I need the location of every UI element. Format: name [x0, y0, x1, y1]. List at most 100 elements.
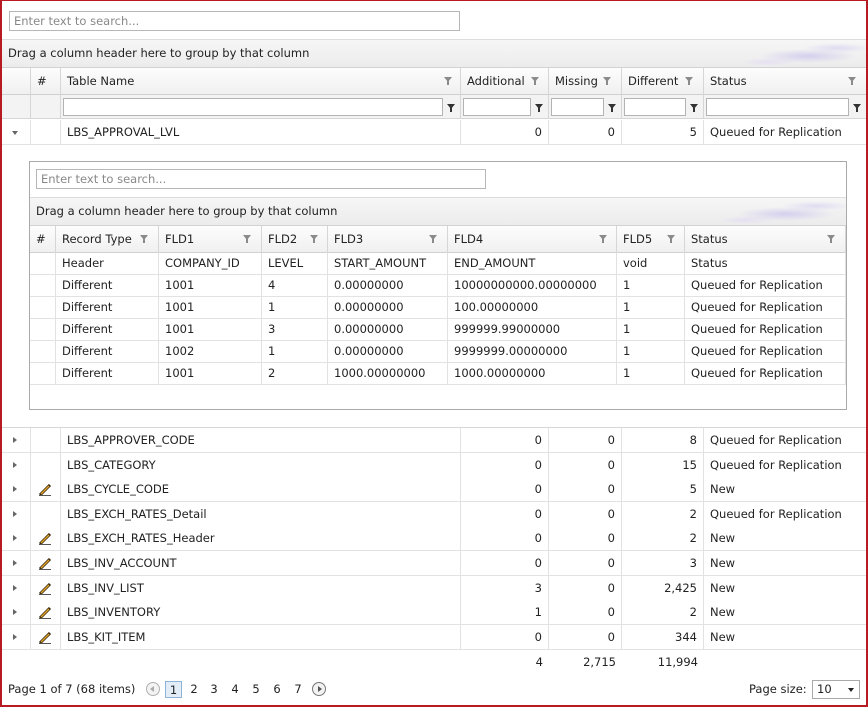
additional-cell: 0 — [461, 502, 549, 526]
decorative-swirl — [706, 198, 846, 225]
collapse-arrow-icon[interactable] — [12, 131, 18, 135]
filter-icon[interactable] — [827, 235, 835, 243]
detail-table-row[interactable]: Different 1001 2 1000.00000000 1000.00000000… — [30, 363, 846, 385]
table-row[interactable]: LBS_CYCLE_CODE 0 0 5 New — [2, 477, 866, 502]
detail-table-row[interactable]: Different 1001 4 0.00000000 10000000000.0000… — [30, 275, 846, 297]
next-page-icon[interactable] — [312, 682, 326, 696]
filter-icon[interactable] — [444, 77, 452, 85]
pencil-edit-icon[interactable] — [38, 558, 52, 570]
group-panel[interactable]: Drag a column header here to group by th… — [2, 39, 866, 68]
filter-icon[interactable] — [310, 235, 318, 243]
filter-icon[interactable] — [599, 235, 607, 243]
expand-arrow-icon[interactable] — [13, 437, 17, 443]
filter-icon[interactable] — [243, 235, 251, 243]
table-row[interactable]: LBS_APPROVER_CODE 0 0 8 Queued for Replicati… — [2, 428, 866, 453]
pencil-edit-icon[interactable] — [38, 632, 52, 644]
expand-arrow-icon[interactable] — [13, 535, 17, 541]
expand-cell[interactable] — [2, 502, 31, 526]
filter-icon[interactable] — [429, 235, 437, 243]
fld5-cell: 1 — [617, 341, 685, 362]
total-missing: 2,715 — [583, 655, 616, 669]
detail-header-status[interactable]: Status — [685, 226, 846, 253]
expand-cell[interactable] — [2, 428, 31, 452]
filter-different-input[interactable] — [624, 98, 686, 116]
filter-status-input[interactable] — [706, 98, 849, 116]
expand-arrow-icon[interactable] — [13, 634, 17, 640]
fld1-cell: 1001 — [159, 363, 262, 384]
page-2-button[interactable]: 2 — [186, 681, 202, 698]
expand-arrow-icon[interactable] — [13, 560, 17, 566]
pencil-edit-icon[interactable] — [38, 533, 52, 545]
expand-cell[interactable] — [2, 526, 31, 550]
filter-icon[interactable] — [690, 104, 698, 112]
filter-additional-input[interactable] — [463, 98, 531, 116]
filter-icon[interactable] — [608, 104, 616, 112]
detail-search-input[interactable]: Enter text to search... — [36, 169, 486, 189]
pencil-edit-icon[interactable] — [38, 607, 52, 619]
prev-page-icon[interactable] — [146, 682, 160, 696]
expand-cell[interactable] — [2, 600, 31, 624]
filter-icon[interactable] — [140, 235, 148, 243]
detail-status-cell: Queued for Replication — [685, 275, 846, 296]
filter-icon[interactable] — [535, 104, 543, 112]
filter-icon[interactable] — [603, 77, 611, 85]
filter-table-name-input[interactable] — [63, 98, 443, 116]
filter-icon[interactable] — [685, 77, 693, 85]
detail-header-fld3[interactable]: FLD3 — [328, 226, 448, 253]
pencil-edit-icon[interactable] — [38, 583, 52, 595]
expand-arrow-icon[interactable] — [13, 511, 17, 517]
expand-cell[interactable] — [2, 625, 31, 649]
filter-icon[interactable] — [848, 77, 856, 85]
header-status[interactable]: Status — [704, 68, 866, 95]
expand-cell[interactable] — [2, 453, 31, 477]
page-3-button[interactable]: 3 — [206, 681, 222, 698]
page-size-select[interactable]: 10 — [812, 680, 860, 699]
header-table-name[interactable]: Table Name — [61, 68, 461, 95]
header-missing[interactable]: Missing — [549, 68, 622, 95]
detail-table-row[interactable]: Different 1002 1 0.00000000 9999999.00000000… — [30, 341, 846, 363]
page-1-button[interactable]: 1 — [165, 681, 182, 698]
detail-table-row[interactable]: Different 1001 3 0.00000000 999999.99000000 1… — [30, 319, 846, 341]
table-row[interactable]: LBS_CATEGORY 0 0 15 Queued for Replication — [2, 453, 866, 478]
detail-header-fld2[interactable]: FLD2 — [262, 226, 328, 253]
filter-missing-input[interactable] — [551, 98, 604, 116]
expand-arrow-icon[interactable] — [13, 585, 17, 591]
expand-cell[interactable] — [2, 477, 31, 501]
page-4-button[interactable]: 4 — [227, 681, 243, 698]
header-additional[interactable]: Additional — [461, 68, 549, 95]
status-cell: Queued for Replication — [704, 120, 866, 144]
expand-arrow-icon[interactable] — [13, 486, 17, 492]
filter-icon[interactable] — [531, 77, 539, 85]
detail-header-number[interactable]: # — [30, 226, 56, 253]
filter-icon[interactable] — [667, 235, 675, 243]
page-5-button[interactable]: 5 — [248, 681, 264, 698]
detail-header-record-type[interactable]: Record Type — [56, 226, 159, 253]
expand-cell[interactable] — [2, 551, 31, 575]
search-input[interactable]: Enter text to search... — [9, 11, 460, 31]
table-row[interactable]: LBS_INVENTORY 1 0 2 New — [2, 600, 866, 625]
header-different[interactable]: Different — [622, 68, 704, 95]
header-number[interactable]: # — [31, 68, 61, 95]
table-row[interactable]: LBS_KIT_ITEM 0 0 344 New — [2, 625, 866, 650]
detail-header-fld4[interactable]: FLD4 — [448, 226, 617, 253]
expand-cell[interactable] — [2, 576, 31, 600]
expand-cell[interactable] — [2, 120, 31, 144]
detail-group-panel[interactable]: Drag a column header here to group by th… — [30, 197, 846, 226]
detail-table-row[interactable]: Header COMPANY_ID LEVEL START_AMOUNT END_AMO… — [30, 253, 846, 275]
expand-arrow-icon[interactable] — [13, 462, 17, 468]
table-row[interactable]: LBS_INV_ACCOUNT 0 0 3 New — [2, 551, 866, 576]
pencil-edit-icon[interactable] — [38, 484, 52, 496]
filter-icon[interactable] — [853, 104, 861, 112]
table-row-expanded[interactable]: LBS_APPROVAL_LVL 0 0 5 Queued for Replic… — [2, 120, 866, 145]
status-cell: New — [704, 526, 866, 550]
detail-header-fld1[interactable]: FLD1 — [159, 226, 262, 253]
detail-header-fld5[interactable]: FLD5 — [617, 226, 685, 253]
table-row[interactable]: LBS_EXCH_RATES_Detail 0 0 2 Queued for Repli… — [2, 502, 866, 527]
detail-table-row[interactable]: Different 1001 1 0.00000000 100.00000000 1 Que… — [30, 297, 846, 319]
page-7-button[interactable]: 7 — [290, 681, 306, 698]
expand-arrow-icon[interactable] — [13, 609, 17, 615]
filter-icon[interactable] — [447, 104, 455, 112]
table-row[interactable]: LBS_EXCH_RATES_Header 0 0 2 New — [2, 526, 866, 551]
page-6-button[interactable]: 6 — [269, 681, 285, 698]
table-row[interactable]: LBS_INV_LIST 3 0 2,425 New — [2, 576, 866, 601]
